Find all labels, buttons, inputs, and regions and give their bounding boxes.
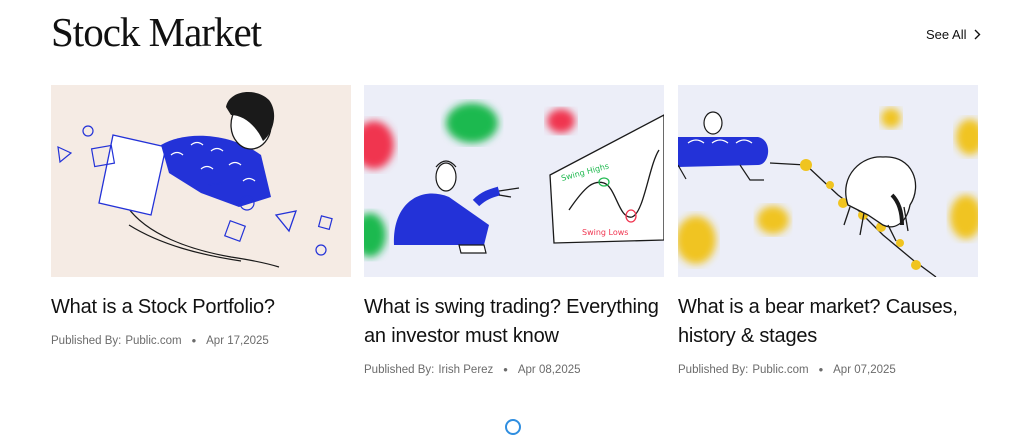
published-label: Published By: — [364, 363, 435, 376]
bullet-dot: • — [818, 362, 824, 377]
chevron-right-icon — [974, 29, 981, 40]
article-date: Apr 08,2025 — [517, 363, 581, 376]
bullet-dot: • — [191, 333, 197, 348]
article-meta: Published By: Irish Perez • Apr 08,2025 — [364, 362, 664, 377]
article-title[interactable]: What is a Stock Portfolio? — [51, 293, 351, 322]
see-all-label: See All — [926, 27, 967, 42]
article-thumbnail[interactable] — [678, 85, 978, 277]
svg-text:Swing Lows: Swing Lows — [582, 228, 628, 237]
article-thumbnail[interactable] — [51, 85, 351, 277]
article-thumbnail[interactable]: Swing Highs Swing Lows — [364, 85, 664, 277]
article-meta: Published By: Public.com • Apr 07,2025 — [678, 362, 978, 377]
article-title[interactable]: What is swing trading? Everything an inv… — [364, 293, 664, 351]
published-label: Published By: — [51, 334, 122, 347]
article-date: Apr 17,2025 — [206, 334, 269, 347]
bullet-dot: • — [503, 362, 508, 377]
section-title: Stock Market — [51, 9, 262, 55]
swing-trading-illustration: Swing Highs Swing Lows — [364, 85, 664, 277]
article-card[interactable]: What is a Stock Portfolio? Published By:… — [51, 85, 351, 348]
article-meta: Published By: Public.com • Apr 17,2025 — [51, 333, 351, 348]
article-author: Public.com — [752, 363, 809, 376]
article-date: Apr 07,2025 — [833, 363, 896, 376]
published-label: Published By: — [678, 363, 749, 376]
article-card[interactable]: Swing Highs Swing Lows What is swing tra… — [364, 85, 664, 377]
article-author: Public.com — [125, 334, 182, 347]
article-author: Irish Perez — [438, 363, 494, 376]
article-card[interactable]: What is a bear market? Causes, history &… — [678, 85, 978, 377]
person-with-shapes-illustration — [51, 85, 351, 277]
see-all-link[interactable]: See All — [926, 27, 981, 42]
article-title[interactable]: What is a bear market? Causes, history &… — [678, 293, 978, 351]
bear-market-illustration — [678, 85, 978, 277]
scroll-indicator[interactable] — [505, 419, 521, 435]
